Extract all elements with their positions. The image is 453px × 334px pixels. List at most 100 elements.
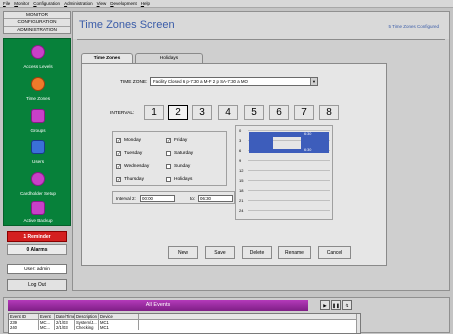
checkbox[interactable]: ✓ bbox=[116, 164, 121, 169]
menu-file[interactable]: File bbox=[3, 1, 10, 6]
day-label: Tuesday bbox=[124, 151, 143, 156]
menu-monitor[interactable]: Monitor bbox=[14, 1, 29, 6]
new-button[interactable]: New bbox=[168, 246, 198, 259]
interval-button-6[interactable]: 6 bbox=[269, 105, 289, 120]
events-title: All Events bbox=[8, 300, 308, 311]
day-wednesday[interactable]: ✓ Wednesday bbox=[116, 164, 149, 169]
column-header[interactable]: Event bbox=[39, 314, 55, 319]
time-zone-select[interactable]: Facility Closed 6 p-7:30 a M-F 2 p SA-7:… bbox=[150, 77, 318, 86]
nav-access-levels[interactable]: Access Levels bbox=[4, 43, 72, 73]
table-cell: 240 bbox=[9, 325, 39, 330]
timeline-bar bbox=[249, 137, 273, 149]
play-icon[interactable]: ▶ bbox=[320, 300, 330, 310]
timeline-tick: 24 bbox=[239, 208, 244, 213]
tab-holidays[interactable]: Holidays bbox=[135, 53, 203, 63]
timeline-tick: 18 bbox=[239, 188, 244, 193]
interval-2-from-field[interactable]: 00:00 bbox=[140, 195, 175, 202]
alarms-button[interactable]: 0 Alarms bbox=[7, 244, 67, 255]
menu-bar: File Monitor Configuration Administratio… bbox=[0, 0, 453, 8]
reminder-button[interactable]: 1 Reminder bbox=[7, 231, 67, 242]
section-configuration[interactable]: CONFIGURATION bbox=[4, 19, 70, 27]
interval-timeline: 0 3 6 9 12 15 18 21 24 6:30 6:30 bbox=[235, 125, 333, 220]
cancel-button[interactable]: Cancel bbox=[318, 246, 351, 259]
clock-icon bbox=[31, 77, 45, 91]
cardholder-icon bbox=[31, 172, 45, 186]
grid-line bbox=[248, 190, 330, 191]
day-tuesday[interactable]: ✓ Tuesday bbox=[116, 151, 142, 156]
day-holidays[interactable]: Holidays bbox=[166, 177, 192, 182]
nav-users[interactable]: Users bbox=[4, 138, 72, 168]
interval-button-4[interactable]: 4 bbox=[218, 105, 238, 120]
menu-view[interactable]: View bbox=[97, 1, 107, 6]
interval-2-label: Interval 2: bbox=[116, 196, 136, 201]
interval-2-to-label: to: bbox=[190, 196, 196, 201]
menu-development[interactable]: Development bbox=[110, 1, 137, 6]
timeline-bar-label: 6:30 bbox=[304, 132, 312, 136]
column-header[interactable]: Date/Time bbox=[55, 314, 75, 319]
day-friday[interactable]: ✓ Friday bbox=[166, 138, 187, 143]
checkbox[interactable]: ✓ bbox=[116, 138, 121, 143]
table-cell: MC... bbox=[39, 325, 55, 330]
menu-help[interactable]: Help bbox=[141, 1, 150, 6]
table-cell: MC1 bbox=[99, 325, 139, 330]
interval-button-2[interactable]: 2 bbox=[168, 105, 188, 120]
checkbox[interactable] bbox=[166, 177, 171, 182]
nav-panel: Access Levels Time Zones Groups Users Ca… bbox=[3, 38, 71, 226]
time-zone-label: TIME ZONE: bbox=[120, 80, 148, 85]
pause-icon[interactable]: ❚❚ bbox=[331, 300, 341, 310]
timeline-tick: 15 bbox=[239, 178, 244, 183]
day-label: Sunday bbox=[174, 164, 191, 169]
menu-configuration[interactable]: Configuration bbox=[33, 1, 60, 6]
timeline-tick: 9 bbox=[239, 158, 242, 163]
section-monitor[interactable]: MONITOR bbox=[4, 12, 70, 20]
table-row[interactable]: 240 MC... 2/1/03 Checking MC1 bbox=[9, 325, 360, 330]
time-zones-panel: TIME ZONE: Facility Closed 6 p-7:30 a M-… bbox=[81, 63, 387, 266]
interval-button-3[interactable]: 3 bbox=[192, 105, 212, 120]
grid-line bbox=[248, 130, 330, 131]
nav-active-backup[interactable]: Active Backup bbox=[4, 199, 72, 229]
interval-button-8[interactable]: 8 bbox=[319, 105, 339, 120]
screen-header: Time Zones Screen 5 Time Zones Configure… bbox=[73, 12, 449, 39]
groups-icon bbox=[31, 109, 45, 123]
checkbox[interactable]: ✓ bbox=[116, 177, 121, 182]
interval-button-1[interactable]: 1 bbox=[144, 105, 164, 120]
interval-button-5[interactable]: 5 bbox=[244, 105, 264, 120]
column-header[interactable]: Event ID bbox=[9, 314, 39, 319]
grid-line bbox=[248, 180, 330, 181]
table-cell: 2/1/03 bbox=[55, 325, 75, 330]
interval-2-to-field[interactable]: 06:30 bbox=[198, 195, 233, 202]
checkbox[interactable] bbox=[166, 151, 171, 156]
backup-icon bbox=[31, 201, 45, 215]
save-button[interactable]: Save bbox=[205, 246, 235, 259]
filter-icon[interactable]: ↯ bbox=[342, 300, 352, 310]
grid-line bbox=[248, 160, 330, 161]
main-panel: Time Zones Screen 5 Time Zones Configure… bbox=[72, 11, 450, 291]
day-monday[interactable]: ✓ Monday bbox=[116, 138, 141, 143]
nav-time-zones[interactable]: Time Zones bbox=[4, 75, 72, 105]
day-thursday[interactable]: ✓ Thursday bbox=[116, 177, 144, 182]
checkbox[interactable]: ✓ bbox=[116, 151, 121, 156]
checkbox[interactable] bbox=[166, 164, 171, 169]
column-header[interactable]: Description bbox=[75, 314, 99, 319]
day-sunday[interactable]: Sunday bbox=[166, 164, 190, 169]
menu-administration[interactable]: Administration bbox=[64, 1, 93, 6]
nav-cardholder-setup[interactable]: Cardholder Setup bbox=[4, 170, 72, 200]
divider bbox=[77, 39, 445, 40]
section-administration[interactable]: ADMINISTRATION bbox=[4, 27, 70, 33]
configured-count: 5 Time Zones Configured bbox=[388, 24, 439, 29]
grid-line bbox=[248, 210, 330, 211]
checkbox[interactable]: ✓ bbox=[166, 138, 171, 143]
interval-button-7[interactable]: 7 bbox=[294, 105, 314, 120]
day-label: Monday bbox=[124, 138, 142, 143]
rename-button[interactable]: Rename bbox=[278, 246, 311, 259]
timeline-tick: 3 bbox=[239, 138, 242, 143]
grid-line bbox=[248, 200, 330, 201]
logout-button[interactable]: Log Out bbox=[7, 279, 67, 291]
nav-groups[interactable]: Groups bbox=[4, 107, 72, 137]
chevron-down-icon[interactable]: ▼ bbox=[310, 78, 317, 85]
events-scrollbar[interactable] bbox=[356, 314, 360, 333]
day-saturday[interactable]: Saturday bbox=[166, 151, 193, 156]
delete-button[interactable]: Delete bbox=[242, 246, 272, 259]
timeline-tick: 6 bbox=[239, 148, 242, 153]
column-header[interactable]: Device bbox=[99, 314, 139, 319]
